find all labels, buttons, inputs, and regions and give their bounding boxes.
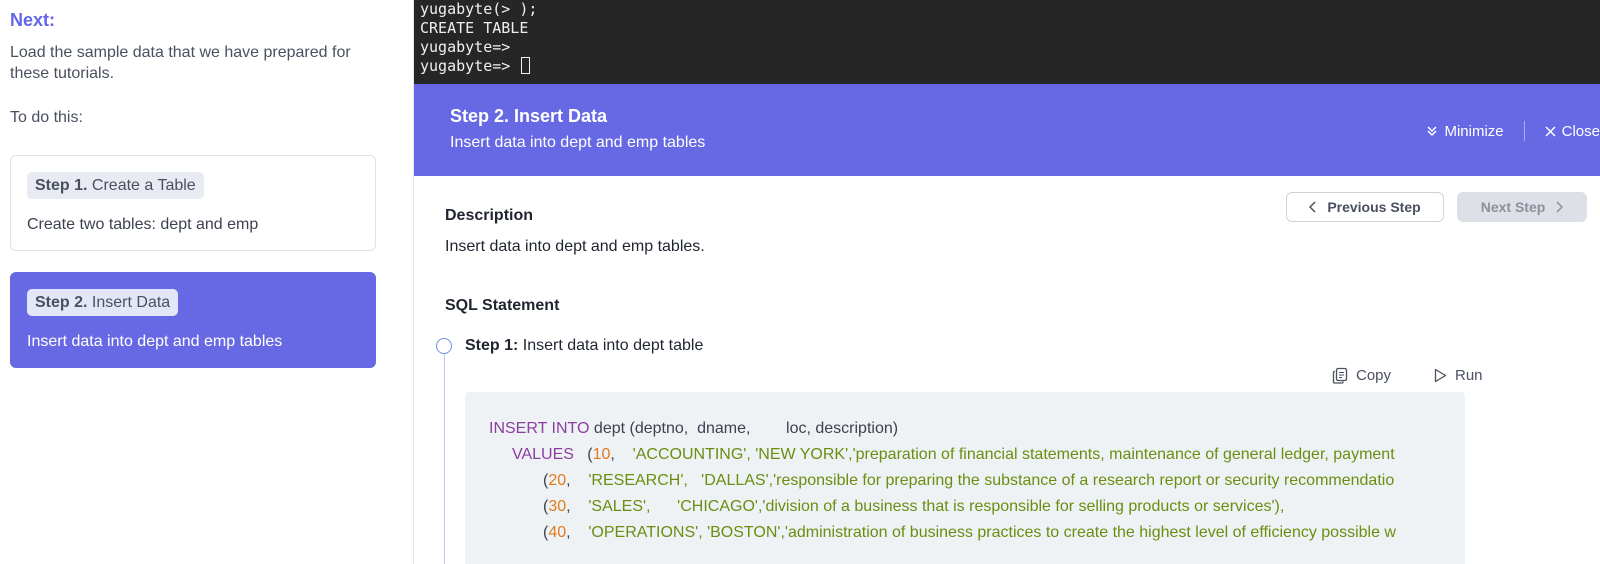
terminal-line: CREATE TABLE bbox=[420, 19, 529, 37]
minimize-label: Minimize bbox=[1444, 122, 1504, 140]
terminal[interactable]: yugabyte(> ); CREATE TABLE yugabyte=> yu… bbox=[414, 0, 1600, 84]
copy-icon bbox=[1332, 367, 1348, 384]
copy-button[interactable]: Copy bbox=[1332, 367, 1391, 384]
code-number: 10 bbox=[592, 446, 611, 463]
step-banner: Step 2. Insert Data Insert data into dep… bbox=[414, 84, 1600, 176]
sql-keyword: INSERT INTO bbox=[489, 420, 590, 437]
double-chevron-down-icon bbox=[1427, 126, 1437, 137]
step-title: Create a Table bbox=[91, 177, 196, 194]
terminal-prompt: yugabyte=> bbox=[420, 57, 520, 75]
sql-step-label: Step 1: Insert data into dept table bbox=[465, 337, 703, 355]
step-pill: Step 2. Insert Data bbox=[27, 289, 179, 316]
code-sep: , bbox=[566, 498, 589, 515]
sql-step-prefix: Step 1: bbox=[465, 337, 519, 354]
code-string: 'SALES', 'CHICAGO','division of a busine… bbox=[588, 498, 1285, 515]
step-marker-icon bbox=[436, 338, 452, 354]
code-string: 'OPERATIONS', 'BOSTON','administration o… bbox=[588, 524, 1396, 541]
code-text: dept (deptno, dname, loc, description) bbox=[589, 420, 899, 437]
code-line: (40, 'OPERATIONS', 'BOSTON','administrat… bbox=[543, 524, 1396, 542]
code-string: 'RESEARCH', 'DALLAS','responsible for pr… bbox=[588, 472, 1395, 489]
description-heading: Description bbox=[445, 207, 534, 224]
intro-text: Load the sample data that we have prepar… bbox=[10, 44, 351, 82]
step-desc: Create two tables: dept and emp bbox=[27, 216, 259, 233]
code-line: (20, 'RESEARCH', 'DALLAS','responsible f… bbox=[543, 472, 1394, 490]
code-line: INSERT INTO dept (deptno, dname, loc, de… bbox=[489, 420, 898, 438]
close-label: Close bbox=[1561, 122, 1600, 140]
step-prefix: Step 1. bbox=[35, 177, 88, 194]
code-sep: , bbox=[610, 446, 633, 463]
step-title: Insert Data bbox=[91, 294, 171, 311]
copy-label: Copy bbox=[1356, 367, 1392, 384]
banner-subtitle: Insert data into dept and emp tables bbox=[450, 134, 706, 151]
code-string: 'ACCOUNTING', 'NEW YORK','preparation of… bbox=[632, 446, 1395, 463]
description-text: Insert data into dept and emp tables. bbox=[445, 238, 705, 255]
minimize-button[interactable]: Minimize bbox=[1426, 122, 1504, 140]
banner-title: Step 2. Insert Data bbox=[450, 106, 608, 126]
step-content: Previous Step Next Step Description Inse… bbox=[414, 176, 1600, 564]
code-sep: , bbox=[566, 472, 589, 489]
terminal-line: yugabyte=> bbox=[420, 38, 511, 56]
sql-keyword: VALUES bbox=[512, 446, 574, 463]
code-number: 30 bbox=[548, 498, 567, 515]
close-icon bbox=[1545, 125, 1556, 137]
previous-step-button[interactable]: Previous Step bbox=[1286, 192, 1444, 222]
code-line: (30, 'SALES', 'CHICAGO','division of a b… bbox=[543, 498, 1284, 516]
code-sep: , bbox=[566, 524, 589, 541]
step-pill: Step 1. Create a Table bbox=[27, 172, 204, 199]
code-number: 20 bbox=[548, 472, 567, 489]
terminal-line: yugabyte(> ); bbox=[420, 0, 538, 18]
divider bbox=[1523, 121, 1525, 141]
code-number: 40 bbox=[548, 524, 567, 541]
todo-text: To do this: bbox=[10, 109, 83, 126]
sql-code-block[interactable]: INSERT INTO dept (deptno, dname, loc, de… bbox=[465, 392, 1465, 564]
terminal-prompt-line: yugabyte=> bbox=[420, 57, 1600, 76]
sql-heading: SQL Statement bbox=[445, 297, 560, 314]
tutorial-sidebar: Next: Load the sample data that we have … bbox=[0, 0, 414, 564]
step-timeline bbox=[444, 354, 445, 564]
play-icon bbox=[1434, 368, 1447, 383]
next-heading: Next: bbox=[10, 10, 56, 30]
sql-step-title: Insert data into dept table bbox=[522, 337, 704, 354]
step-card-insert-data[interactable]: Step 2. Insert Data Insert data into dep… bbox=[10, 272, 376, 368]
step-prefix: Step 2. bbox=[35, 294, 88, 311]
chevron-left-icon bbox=[1309, 201, 1316, 213]
close-button[interactable]: Close bbox=[1545, 123, 1600, 140]
terminal-cursor bbox=[521, 57, 531, 74]
step-card-create-table[interactable]: Step 1. Create a Table Create two tables… bbox=[10, 155, 376, 251]
chevron-right-icon bbox=[1556, 201, 1564, 213]
banner-actions: Minimize Close bbox=[1426, 121, 1600, 141]
step-desc: Insert data into dept and emp tables bbox=[27, 333, 283, 350]
run-button[interactable]: Run bbox=[1434, 367, 1483, 384]
run-label: Run bbox=[1455, 367, 1483, 384]
next-step-label: Next Step bbox=[1480, 199, 1546, 215]
code-line: VALUES (10, 'ACCOUNTING', 'NEW YORK','pr… bbox=[512, 446, 1395, 464]
previous-step-label: Previous Step bbox=[1327, 199, 1421, 215]
next-step-button[interactable]: Next Step bbox=[1457, 192, 1587, 222]
